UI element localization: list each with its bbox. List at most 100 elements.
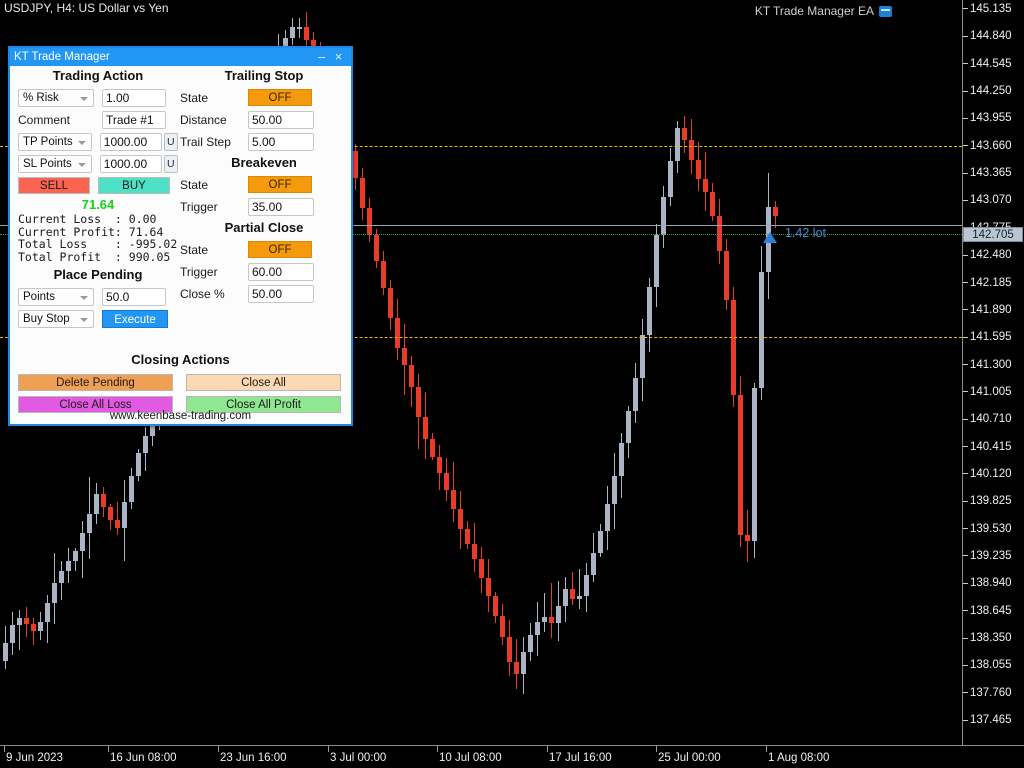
tp-mode-select[interactable]: TP Points — [18, 132, 92, 151]
time-tick-mark — [656, 746, 657, 752]
close-pct-input[interactable]: 50.00 — [248, 284, 314, 303]
position-arrow-icon[interactable] — [763, 232, 777, 244]
time-tick-label: 16 Jun 08:00 — [110, 752, 177, 764]
ea-badge-icon — [879, 5, 892, 17]
partial-trigger-row: Trigger 60.00 — [180, 261, 348, 282]
price-tick: 140.710 — [963, 412, 1024, 426]
price-tick: 144.545 — [963, 57, 1024, 71]
partial-state-label: State — [180, 242, 209, 257]
price-tick: 138.350 — [963, 631, 1024, 645]
partial-trigger-label: Trigger — [180, 264, 218, 279]
price-scale[interactable]: 145.135 144.840 144.545 144.250 143.955 143.6… — [962, 0, 1024, 745]
partial-closepct-row: Close % 50.00 — [180, 283, 348, 304]
trail-step-input[interactable]: 5.00 — [248, 132, 314, 151]
trailing-step-row: Trail Step 5.00 — [180, 131, 348, 152]
trailing-state-label: State — [180, 90, 209, 105]
price-tick: 140.120 — [963, 467, 1024, 481]
price-tick: 139.530 — [963, 522, 1024, 536]
breakeven-heading: Breakeven — [231, 155, 297, 170]
sl-value-input[interactable]: 1000.00 — [99, 154, 162, 173]
comment-input[interactable]: Trade #1 — [102, 110, 166, 129]
sl-mode-select[interactable]: SL Points — [18, 154, 92, 173]
price-tick: 141.005 — [963, 385, 1024, 399]
sl-unit-button[interactable]: U — [163, 154, 179, 173]
pending-unit-select[interactable]: Points — [18, 287, 94, 306]
time-tick-mark — [108, 746, 109, 752]
price-tick: 143.660 — [963, 139, 1024, 153]
current-profit-headline: 71.64 — [81, 197, 115, 212]
time-tick-mark — [4, 746, 5, 752]
price-tick: 139.235 — [963, 549, 1024, 563]
price-tick: 138.940 — [963, 576, 1024, 590]
delete-pending-button[interactable]: Delete Pending — [18, 374, 173, 391]
mt-terminal-window: USDJPY, H4: US Dollar vs Yen KT Trade Ma… — [0, 0, 1024, 768]
closing-row-1: Delete Pending Close All — [18, 372, 343, 393]
panel-title-bar[interactable]: KT Trade Manager – × — [10, 48, 351, 66]
chart-symbol-label: USDJPY, H4: US Dollar vs Yen — [4, 1, 169, 15]
trailing-distance-input[interactable]: 50.00 — [248, 110, 314, 129]
pending-type-row: Buy Stop Execute — [18, 308, 178, 329]
place-pending-heading: Place Pending — [53, 267, 143, 283]
sl-row: SL Points 1000.00 U — [18, 153, 179, 174]
kt-trade-manager-panel[interactable]: KT Trade Manager – × Trading Action % Ri… — [8, 46, 353, 426]
buy-button[interactable]: BUY — [98, 177, 170, 194]
pending-order-type-value: Buy Stop — [23, 312, 70, 325]
pending-unit-row: Points 50.0 — [18, 286, 178, 307]
stats-line-2: Total Loss : -995.02 — [18, 237, 178, 252]
sell-buy-row: SELL BUY — [18, 175, 178, 196]
pending-unit-value: Points — [23, 290, 55, 303]
stats-line-0: Current Loss : 0.00 — [18, 212, 157, 226]
time-tick-label: 17 Jul 16:00 — [549, 752, 612, 764]
time-tick-mark — [766, 746, 767, 752]
panel-body: Trading Action % Risk 1.00 Comment Trade… — [10, 66, 351, 426]
lot-mode-row: % Risk 1.00 — [18, 87, 178, 108]
lot-value-input[interactable]: 1.00 — [102, 88, 166, 107]
tp-mode-value: TP Points — [23, 135, 73, 148]
current-price-badge: 142.705 — [963, 226, 1023, 242]
ea-name-label: KT Trade Manager EA — [755, 4, 892, 18]
price-tick: 138.645 — [963, 604, 1024, 618]
pending-distance-input[interactable]: 50.0 — [102, 287, 166, 306]
trailing-state-row: State OFF — [180, 87, 348, 108]
panel-footer-link[interactable]: www.keenbase-trading.com — [10, 410, 351, 422]
time-scale[interactable]: 9 Jun 2023 16 Jun 08:00 23 Jun 16:00 3 Jul … — [0, 745, 1024, 768]
price-tick: 139.825 — [963, 494, 1024, 508]
close-all-button[interactable]: Close All — [186, 374, 341, 391]
lot-mode-select[interactable]: % Risk — [18, 88, 94, 107]
time-tick-label: 10 Jul 08:00 — [439, 752, 502, 764]
partial-state-row: State OFF — [180, 239, 348, 260]
trailing-state-toggle[interactable]: OFF — [248, 89, 312, 106]
tp-value-input[interactable]: 1000.00 — [99, 132, 162, 151]
minimize-button[interactable]: – — [313, 49, 330, 66]
price-tick: 144.840 — [963, 29, 1024, 43]
time-tick-mark — [218, 746, 219, 752]
breakeven-state-toggle[interactable]: OFF — [248, 176, 312, 193]
price-tick: 141.300 — [963, 358, 1024, 372]
breakeven-state-label: State — [180, 177, 209, 192]
breakeven-trigger-input[interactable]: 35.00 — [248, 197, 314, 216]
price-tick: 137.465 — [963, 713, 1024, 727]
time-tick-mark — [547, 746, 548, 752]
sl-mode-value: SL Points — [23, 157, 72, 170]
price-tick: 145.135 — [963, 2, 1024, 16]
close-button[interactable]: × — [330, 49, 347, 66]
sell-button[interactable]: SELL — [18, 177, 90, 194]
tp-unit-button[interactable]: U — [163, 132, 179, 151]
price-tick: 142.185 — [963, 276, 1024, 290]
comment-row: Comment Trade #1 — [18, 109, 178, 130]
close-pct-label: Close % — [180, 286, 225, 301]
partial-state-toggle[interactable]: OFF — [248, 241, 312, 258]
trail-step-label: Trail Step — [180, 134, 231, 149]
price-tick: 140.415 — [963, 440, 1024, 454]
breakeven-trigger-label: Trigger — [180, 199, 218, 214]
price-tick: 142.480 — [963, 248, 1024, 262]
time-tick-label: 25 Jul 00:00 — [658, 752, 721, 764]
tp-row: TP Points 1000.00 U — [18, 131, 179, 152]
panel-left-column: Trading Action % Risk 1.00 Comment Trade… — [18, 68, 179, 330]
time-tick-mark — [328, 746, 329, 752]
price-tick: 137.760 — [963, 686, 1024, 700]
pending-order-type-select[interactable]: Buy Stop — [18, 309, 94, 328]
execute-button[interactable]: Execute — [102, 309, 168, 328]
position-volume-label: 1.42 lot — [785, 226, 827, 241]
partial-trigger-input[interactable]: 60.00 — [248, 262, 314, 281]
